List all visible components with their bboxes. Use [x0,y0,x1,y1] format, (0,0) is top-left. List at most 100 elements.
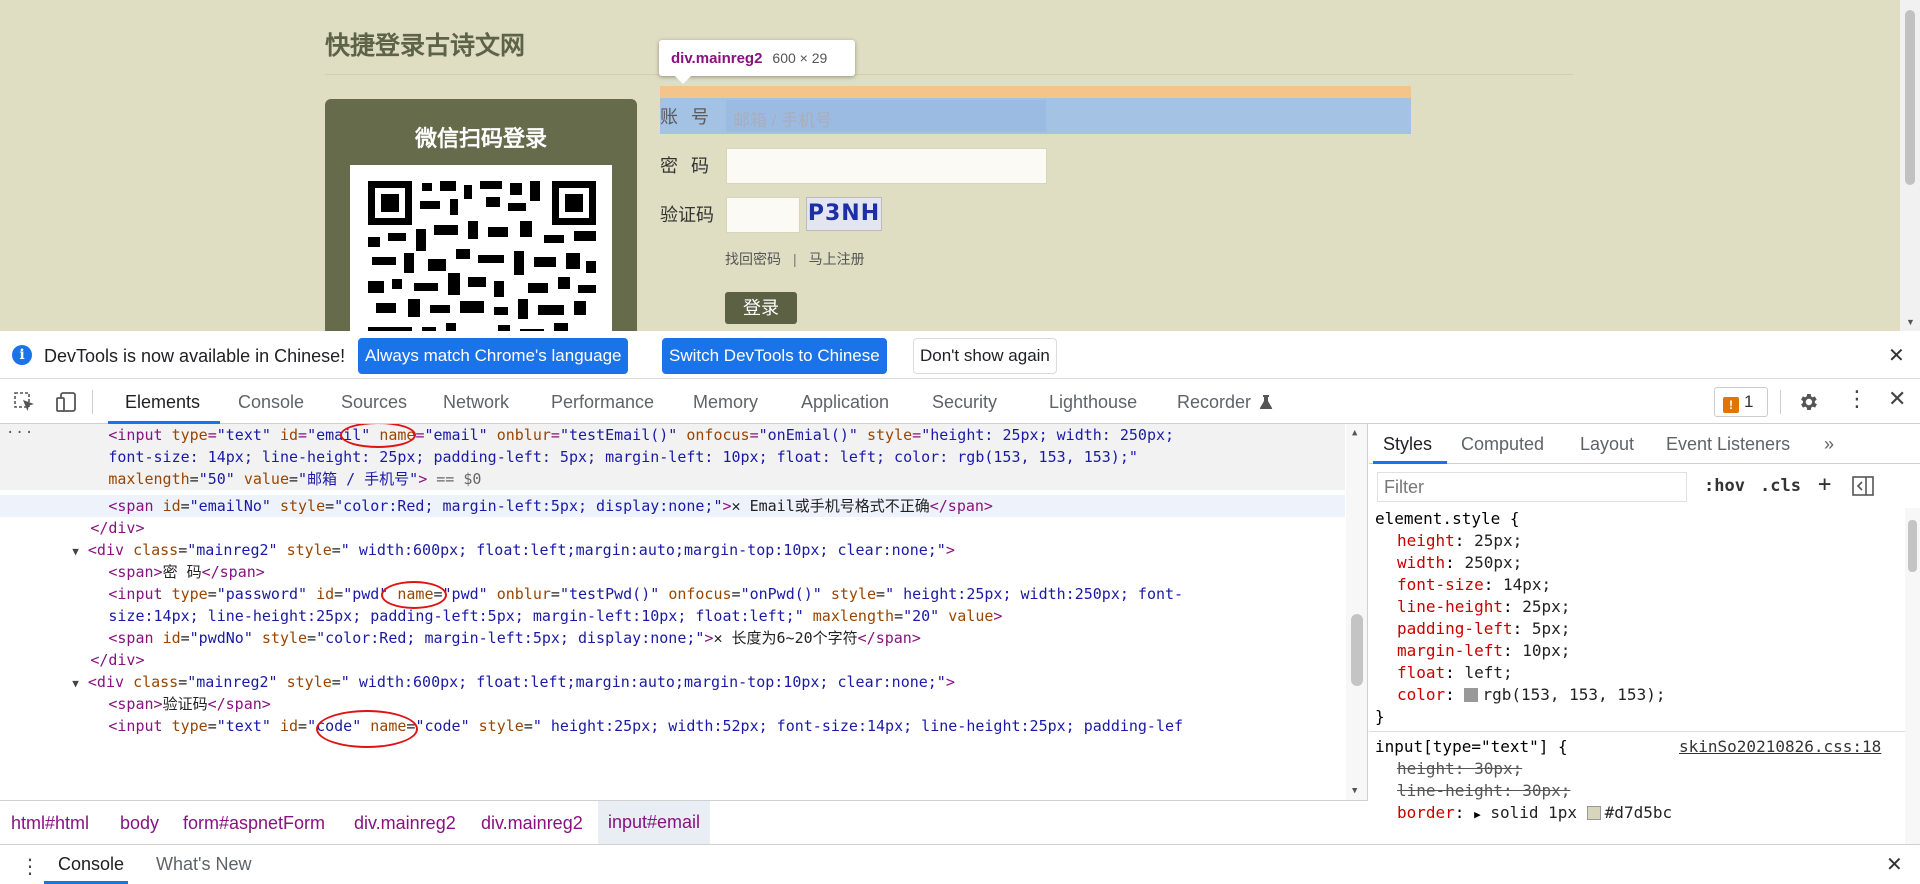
expand-triangle-icon[interactable]: ▼ [72,677,79,690]
dont-show-again-button[interactable]: Don't show again [913,338,1057,374]
class-toggle[interactable]: .cls [1760,476,1801,496]
password-input[interactable] [726,148,1047,184]
rule-close-brace: } [1375,707,1385,726]
hover-state-toggle[interactable]: :hov [1704,476,1745,496]
switch-to-chinese-button[interactable]: Switch DevTools to Chinese [662,338,887,374]
breadcrumb-div-mainreg2-inner[interactable]: div.mainreg2 [481,813,583,834]
annotation-circle-code [316,710,418,748]
dom-line[interactable]: ··· <input type="text" id="email" name="… [0,424,1345,446]
tab-styles[interactable]: Styles [1383,434,1432,455]
captcha-image[interactable]: P3NH [806,197,882,231]
breadcrumb-div-mainreg2-outer[interactable]: div.mainreg2 [354,813,456,834]
infobar-close-icon[interactable]: ✕ [1888,343,1905,368]
tab-layout[interactable]: Layout [1580,434,1634,455]
elements-scrollbar-thumb[interactable] [1351,614,1363,686]
tab-event-listeners[interactable]: Event Listeners [1666,434,1790,455]
breadcrumb-body[interactable]: body [120,813,159,834]
css-property[interactable]: float: left; [1397,662,1513,684]
info-icon: i [12,345,32,365]
scroll-up-arrow-icon[interactable]: ▲ [1352,428,1357,438]
css-property[interactable]: line-height: 25px; [1397,596,1570,618]
dom-line[interactable]: ▼ <div class="mainreg2" style=" width:60… [0,539,1345,561]
drawer-menu-kebab-icon[interactable]: ⋮ [20,854,40,879]
tab-console[interactable]: Console [238,392,304,413]
captcha-label: 验证码 [660,205,714,225]
settings-gear-icon[interactable] [1797,391,1819,413]
dom-line[interactable]: <span>验证码</span> [0,693,1345,715]
dom-line[interactable]: <span id="emailNo" style="color:Red; mar… [0,495,1345,517]
dom-line[interactable]: </div> [0,649,1345,671]
tab-application[interactable]: Application [801,392,889,413]
dom-line[interactable]: font-size: 14px; line-height: 25px; padd… [0,446,1345,468]
breadcrumb-html[interactable]: html#html [11,813,89,834]
page-scrollbar-thumb[interactable] [1905,10,1915,185]
css-property[interactable]: color: rgb(153, 153, 153); [1397,684,1665,706]
login-button[interactable]: 登录 [725,292,797,324]
drawer-close-icon[interactable]: ✕ [1886,852,1903,877]
dom-line[interactable]: ▼ <div class="mainreg2" style=" width:60… [0,671,1345,693]
tab-sources[interactable]: Sources [341,392,407,413]
ellipsis-icon[interactable]: ··· [6,424,34,444]
captcha-input[interactable] [726,197,800,233]
css-property[interactable]: padding-left: 5px; [1397,618,1570,640]
styles-pane: Styles Computed Layout Event Listeners »… [1369,424,1920,844]
issues-badge[interactable]: ! 1 [1714,387,1768,417]
elements-dom-tree[interactable]: ··· <input type="text" id="email" name="… [0,424,1368,800]
style-rules: element.style { height: 25px; width: 250… [1369,508,1905,844]
drawer-tab-console[interactable]: Console [58,854,124,875]
tab-elements[interactable]: Elements [125,392,200,413]
dom-line[interactable]: </div> [0,517,1345,539]
dom-line[interactable]: <input type="text" id="code" name="code"… [0,715,1345,737]
tab-security[interactable]: Security [932,392,997,413]
toggle-sidebar-icon[interactable] [1852,476,1874,496]
rule-divider [1369,731,1905,732]
device-toolbar-icon[interactable] [56,392,78,412]
css-property[interactable]: border: ▶ solid 1px #d7d5bc [1397,802,1672,824]
elements-scrollbar[interactable]: ▲ ▼ [1346,424,1367,800]
inspect-element-icon[interactable] [14,392,36,412]
css-property[interactable]: font-size: 14px; [1397,574,1551,596]
dom-line[interactable]: <span id="pwdNo" style="color:Red; margi… [0,627,1345,649]
title-divider [325,74,1573,75]
register-link[interactable]: 马上注册 [809,249,865,269]
css-property[interactable]: margin-left: 10px; [1397,640,1570,662]
styles-scrollbar-thumb[interactable] [1908,520,1917,572]
scroll-down-arrow-icon[interactable]: ▼ [1352,786,1357,796]
breadcrumb-form[interactable]: form#aspnetForm [183,813,325,834]
stylesheet-source-link[interactable]: skinSo20210826.css:18 [1679,736,1881,758]
more-options-kebab-icon[interactable]: ⋮ [1846,386,1868,412]
css-property-overridden[interactable]: height: 30px; [1397,758,1522,780]
color-swatch[interactable] [1586,806,1601,820]
new-rule-plus-icon[interactable]: + [1818,472,1831,497]
dom-line[interactable]: <span>密 码</span> [0,561,1345,583]
styles-scrollbar[interactable] [1905,508,1920,844]
dom-breadcrumbs: html#html body form#aspnetForm div.mainr… [0,800,1368,844]
tab-network[interactable]: Network [443,392,509,413]
scroll-down-arrow-icon[interactable]: ▼ [1906,317,1915,327]
close-devtools-icon[interactable]: ✕ [1888,386,1906,412]
styles-filter-input[interactable]: Filter [1377,472,1687,502]
more-tabs-chevron-icon[interactable]: » [1824,434,1834,455]
expand-triangle-icon[interactable]: ▶ [1474,808,1481,821]
account-input[interactable]: 邮箱 / 手机号 [733,106,832,131]
devtools-drawer: ⋮ Console What's New ✕ [0,844,1920,884]
dom-line[interactable]: <input type="password" id="pwd" name="pw… [0,583,1345,605]
wechat-login-panel: 微信扫码登录 [325,99,637,331]
dom-line[interactable]: size:14px; line-height:25px; padding-lef… [0,605,1345,627]
tab-recorder[interactable]: Recorder [1177,392,1251,413]
tab-performance[interactable]: Performance [551,392,654,413]
dom-line[interactable]: maxlength="50" value="邮箱 / 手机号"> == $0 [0,468,1345,490]
tab-lighthouse[interactable]: Lighthouse [1049,392,1137,413]
forgot-password-link[interactable]: 找回密码 [725,249,781,269]
always-match-language-button[interactable]: Always match Chrome's language [358,338,629,374]
breadcrumb-input-email[interactable]: input#email [598,801,711,844]
drawer-tab-whats-new[interactable]: What's New [156,854,251,875]
tab-computed[interactable]: Computed [1461,434,1544,455]
css-property[interactable]: width: 250px; [1397,552,1522,574]
expand-triangle-icon[interactable]: ▼ [72,545,79,558]
color-swatch[interactable] [1464,688,1479,702]
tab-memory[interactable]: Memory [693,392,758,413]
css-property-overridden[interactable]: line-height: 30px; [1397,780,1570,802]
css-property[interactable]: height: 25px; [1397,530,1522,552]
page-scrollbar[interactable]: ▼ [1900,0,1920,331]
